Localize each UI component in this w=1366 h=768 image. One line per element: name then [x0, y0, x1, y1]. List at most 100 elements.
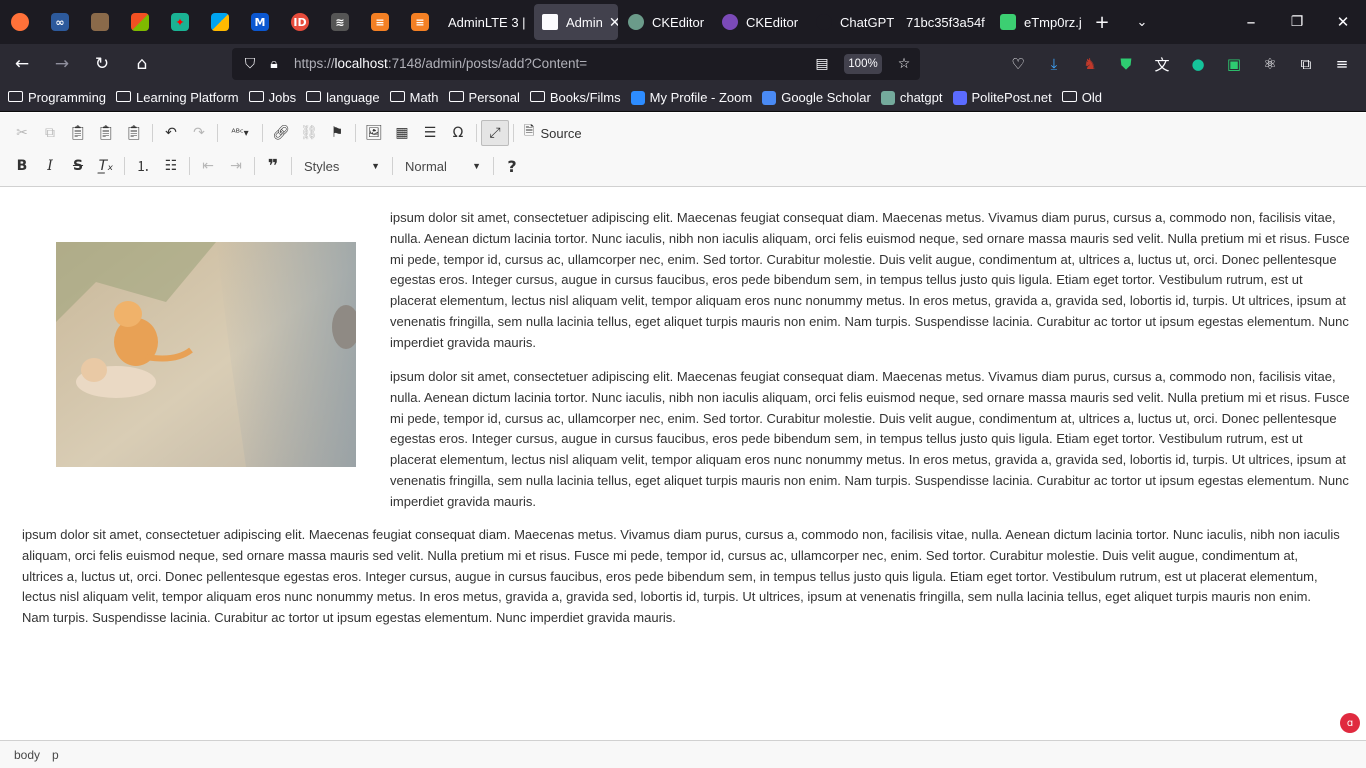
bookmark-programming[interactable]: Programming: [8, 90, 106, 105]
menu-icon[interactable]: ≡: [1331, 53, 1353, 75]
tab-adminlte[interactable]: AdminLTE 3 |: [440, 0, 532, 44]
path-p[interactable]: p: [52, 748, 59, 762]
cut-icon[interactable]: ✂: [8, 120, 36, 146]
strike-icon[interactable]: S: [64, 153, 92, 179]
bookmark-star-icon[interactable]: ☆: [894, 54, 914, 74]
extension-icon[interactable]: ♞: [1079, 53, 1101, 75]
anchor-icon[interactable]: ⚑: [323, 120, 351, 146]
firefox-menu-icon[interactable]: [0, 0, 40, 44]
styles-dropdown[interactable]: Styles ▼: [296, 153, 388, 179]
pinned-tab-6[interactable]: M: [240, 0, 280, 44]
folder-icon: [306, 91, 322, 102]
lock-icon[interactable]: 🔒︎: [264, 54, 284, 74]
pinned-tab-1[interactable]: ∞: [40, 0, 80, 44]
minimize-button[interactable]: –: [1228, 0, 1274, 44]
italic-icon[interactable]: I: [36, 153, 64, 179]
bulleted-list-icon[interactable]: ☷: [157, 153, 185, 179]
table-icon[interactable]: ▦: [388, 120, 416, 146]
indent-icon[interactable]: ⇥: [222, 153, 250, 179]
pinned-tab-8[interactable]: ≋: [320, 0, 360, 44]
tab-chatgpt[interactable]: ChatGPT -: [808, 0, 898, 44]
bold-icon[interactable]: B: [8, 153, 36, 179]
image-icon[interactable]: 🖼︎: [360, 120, 388, 146]
tab-ckeditor-1[interactable]: CKEditor: [620, 0, 714, 44]
pinned-tab-5[interactable]: [200, 0, 240, 44]
unlink-icon[interactable]: ⛓: [295, 120, 323, 146]
close-window-button[interactable]: ✕: [1320, 0, 1366, 44]
bookmark-politepost[interactable]: PolitePost.net: [952, 90, 1052, 105]
bookmark-google-scholar[interactable]: Google Scholar: [762, 90, 871, 105]
bookmark-old[interactable]: Old: [1061, 90, 1102, 105]
tab-bar: ∞ ✦ M ID ≋ ≡ ≡ AdminLTE 3 | Admin ✕ CKEd…: [0, 0, 1366, 44]
translate-extension-icon[interactable]: 文: [1151, 53, 1173, 75]
paste-icon[interactable]: 📋︎: [64, 120, 92, 146]
downloads-icon[interactable]: ⤓: [1043, 53, 1065, 75]
pinned-tab-7[interactable]: ID: [280, 0, 320, 44]
tab-etmp[interactable]: eTmp0rz.j: [992, 0, 1082, 44]
bookmark-personal[interactable]: Personal: [448, 90, 520, 105]
paragraph-1[interactable]: ipsum dolor sit amet, consectetuer adipi…: [390, 208, 1350, 354]
spellcheck-icon[interactable]: ᴬᴮᶜ▾: [222, 120, 258, 146]
toolbar-separator: [254, 157, 255, 175]
pinned-tab-10[interactable]: ≡: [400, 0, 440, 44]
copy-icon[interactable]: ⧉: [36, 120, 64, 146]
restore-button[interactable]: ❐: [1274, 0, 1320, 44]
reader-view-icon[interactable]: ▤: [812, 54, 832, 74]
link-icon[interactable]: 🔗︎: [267, 120, 295, 146]
shield-extension-icon[interactable]: ⛊: [1115, 53, 1137, 75]
list-tabs-chevron-icon[interactable]: ⌄: [1122, 0, 1162, 44]
toolbar-separator: [262, 124, 263, 142]
grammarly-badge-icon[interactable]: ɑ: [1340, 713, 1360, 733]
editor-content[interactable]: ipsum dolor sit amet, consectetuer adipi…: [0, 188, 1366, 738]
url-prefix: https://: [294, 56, 335, 71]
format-dropdown[interactable]: Normal ▼: [397, 153, 489, 179]
paste-word-icon[interactable]: 📋︎: [120, 120, 148, 146]
shield-icon[interactable]: ⛉: [240, 54, 260, 74]
back-button[interactable]: ←: [4, 46, 40, 82]
numbered-list-icon[interactable]: ⒈: [129, 153, 157, 179]
paragraph-2[interactable]: ipsum dolor sit amet, consectetuer adipi…: [390, 367, 1350, 513]
help-icon[interactable]: ?: [498, 153, 526, 179]
tab-image[interactable]: 71bc35f3a54f: [898, 0, 992, 44]
tab-ckeditor-2[interactable]: CKEditor: [714, 0, 808, 44]
redo-icon[interactable]: ↷: [185, 120, 213, 146]
grammarly-icon[interactable]: ●: [1187, 53, 1209, 75]
bookmark-jobs[interactable]: Jobs: [248, 90, 296, 105]
bookmark-math[interactable]: Math: [389, 90, 439, 105]
outdent-icon[interactable]: ⇤: [194, 153, 222, 179]
blockquote-icon[interactable]: ❞: [259, 153, 287, 179]
pocket-icon[interactable]: ♡: [1007, 53, 1029, 75]
url-text[interactable]: https://localhost:7148/admin/posts/add?C…: [294, 56, 587, 71]
bookmark-learning-platform[interactable]: Learning Platform: [116, 90, 239, 105]
pinned-tab-2[interactable]: [80, 0, 120, 44]
pinned-tab-3[interactable]: [120, 0, 160, 44]
url-bar[interactable]: ⛉ 🔒︎ https://localhost:7148/admin/posts/…: [232, 48, 920, 80]
bookmark-books-films[interactable]: Books/Films: [529, 90, 621, 105]
paste-text-icon[interactable]: 📋︎: [92, 120, 120, 146]
remove-format-icon[interactable]: T̲ₓ: [92, 153, 120, 179]
screen-extension-icon[interactable]: ▣: [1223, 53, 1245, 75]
pinned-tab-9[interactable]: ≡: [360, 0, 400, 44]
react-devtools-icon[interactable]: ⚛: [1259, 53, 1281, 75]
tab-admin-active[interactable]: Admin ✕: [534, 4, 618, 40]
bookmark-language[interactable]: language: [306, 90, 380, 105]
forward-button[interactable]: →: [44, 46, 80, 82]
paragraph-3[interactable]: ipsum dolor sit amet, consectetuer adipi…: [22, 525, 1342, 629]
horizontal-rule-icon[interactable]: ☰: [416, 120, 444, 146]
reload-button[interactable]: ↻: [84, 46, 120, 82]
zoom-level[interactable]: 100%: [844, 54, 882, 74]
close-icon[interactable]: ✕: [609, 14, 618, 31]
bookmark-chatgpt[interactable]: chatgpt: [880, 90, 943, 105]
kittens-image[interactable]: [56, 242, 356, 467]
source-button[interactable]: 🗎︎ Source: [518, 122, 588, 144]
special-char-icon[interactable]: Ω: [444, 120, 472, 146]
file-icon: [1000, 14, 1016, 30]
path-body[interactable]: body: [14, 748, 40, 762]
bookmark-zoom[interactable]: My Profile - Zoom: [630, 90, 752, 105]
undo-icon[interactable]: ↶: [157, 120, 185, 146]
new-tab-button[interactable]: +: [1082, 0, 1122, 44]
pinned-tab-4[interactable]: ✦: [160, 0, 200, 44]
maximize-icon[interactable]: ⤢: [481, 120, 509, 146]
home-button[interactable]: ⌂: [124, 46, 160, 82]
extensions-icon[interactable]: ⧉: [1295, 53, 1317, 75]
